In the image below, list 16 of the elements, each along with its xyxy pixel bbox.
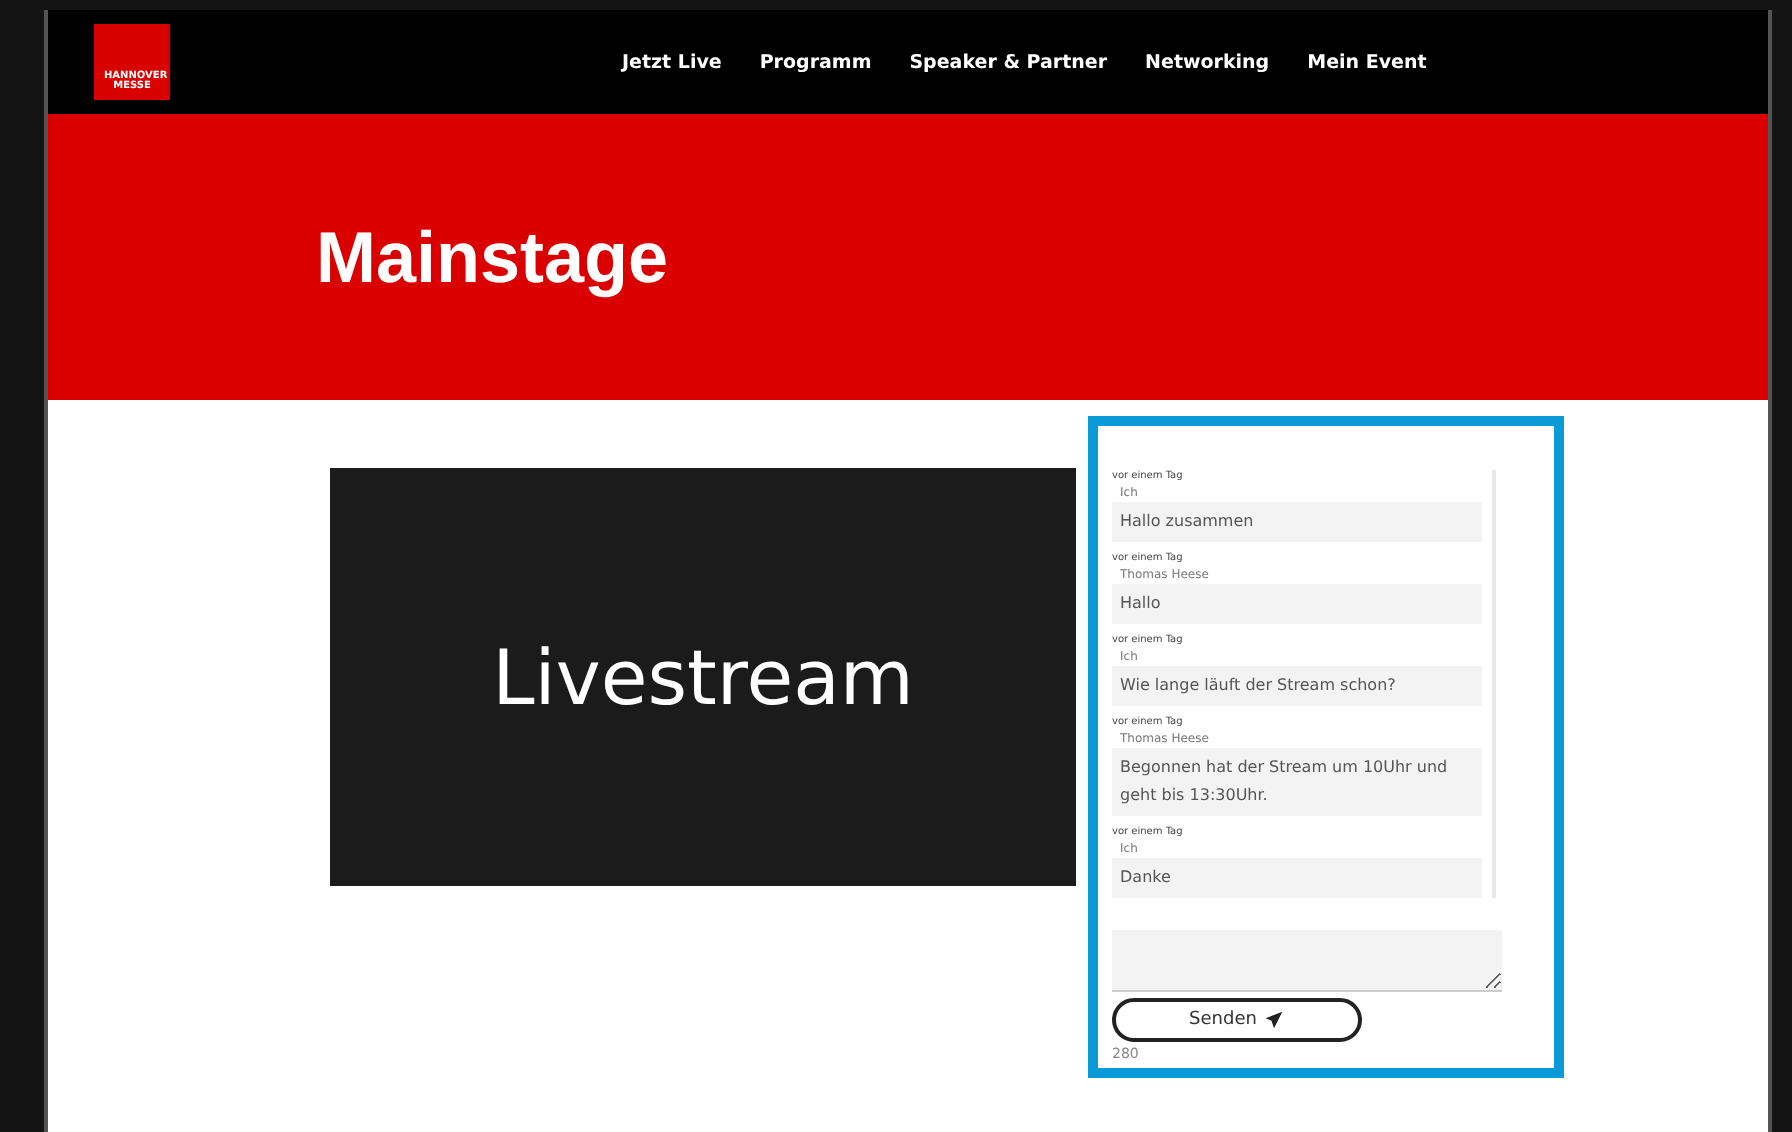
nav-link[interactable]: Programm (759, 51, 872, 73)
send-icon (1264, 1010, 1285, 1030)
send-button[interactable]: Senden (1112, 998, 1362, 1042)
message-text: Wie lange läuft der Stream schon? (1112, 666, 1482, 706)
nav-link[interactable]: Networking (1145, 51, 1270, 73)
video-player[interactable]: Livestream (330, 468, 1076, 886)
page-title: Mainstage (316, 215, 669, 299)
message-text: Begonnen hat der Stream um 10Uhr und geht bis 13:30Uhr. (1112, 748, 1482, 816)
message-input[interactable] (1112, 930, 1502, 992)
nav-link[interactable]: Mein Event (1307, 51, 1427, 73)
nav-link[interactable]: Jetzt Live (622, 51, 722, 73)
message-text: Hallo (1112, 584, 1482, 624)
video-label: Livestream (492, 633, 914, 721)
message-text: Danke (1112, 858, 1482, 898)
nav-link[interactable]: Speaker & Partner (909, 51, 1108, 73)
message-text: Hallo zusammen (1112, 502, 1482, 542)
